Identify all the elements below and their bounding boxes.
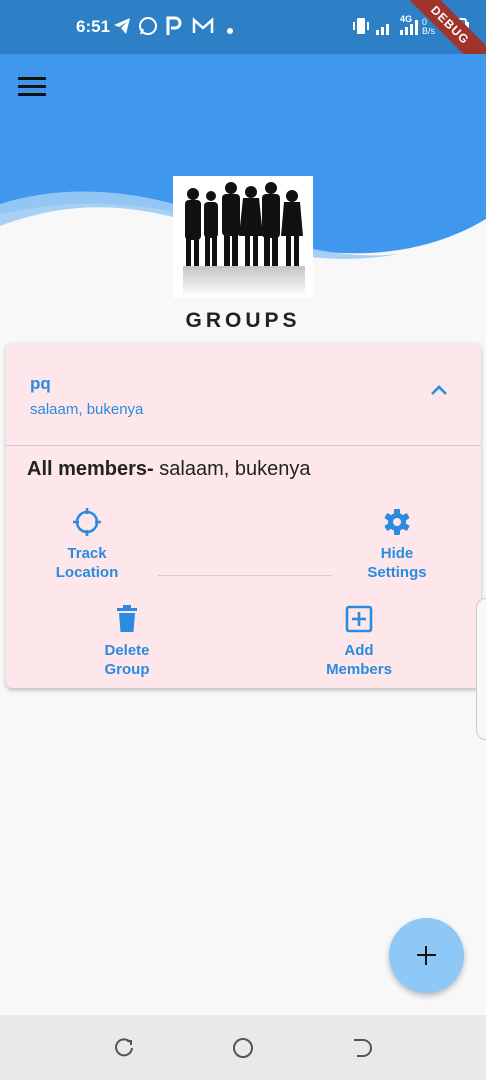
actions-divider	[158, 575, 332, 576]
group-card-header[interactable]: pq salaam, bukenya	[6, 343, 481, 446]
hide-label-line2: Settings	[367, 564, 427, 581]
add-group-fab[interactable]	[389, 918, 464, 993]
group-name: pq	[30, 374, 51, 393]
status-time: 6:51	[76, 17, 111, 36]
hide-label-line1: Hide	[380, 545, 414, 562]
track-location-button[interactable]: Track Location	[48, 506, 126, 582]
groups-people-image	[173, 176, 313, 298]
add-label-line2: Members	[326, 661, 392, 678]
delete-group-button[interactable]: Delete Group	[88, 603, 166, 679]
add-box-icon	[345, 605, 373, 633]
network-type: 4G	[400, 14, 413, 24]
hide-settings-button[interactable]: Hide Settings	[357, 506, 437, 582]
crosshair-icon	[73, 508, 101, 536]
group-card: pq salaam, bukenya All members- salaam, …	[6, 343, 481, 688]
system-nav-bar	[0, 1015, 486, 1080]
group-members-summary: salaam, bukenya	[30, 401, 144, 418]
add-label-line1: Add	[344, 642, 374, 659]
trash-icon	[117, 605, 137, 632]
telegram-icon	[112, 16, 132, 41]
home-icon[interactable]	[232, 1037, 254, 1059]
all-members-value: salaam, bukenya	[153, 458, 311, 480]
chevron-up-icon[interactable]	[429, 383, 449, 397]
gear-icon	[384, 509, 410, 535]
gmail-icon	[192, 16, 214, 41]
track-label-line2: Location	[55, 564, 119, 581]
all-members-line: All members- salaam, bukenya	[27, 458, 310, 481]
dot-icon	[226, 22, 234, 40]
add-members-button[interactable]: Add Members	[318, 603, 400, 679]
status-bar: 6:51 4G 0 B/s DEBUG	[0, 0, 486, 83]
track-label-line1: Track	[67, 545, 107, 562]
signal-icon	[376, 19, 420, 40]
whatsapp-icon	[138, 16, 158, 41]
back-icon[interactable]	[351, 1037, 373, 1059]
delete-label-line1: Delete	[104, 642, 150, 659]
recent-apps-icon[interactable]	[113, 1037, 135, 1059]
edge-panel-handle[interactable]	[476, 598, 486, 740]
vibrate-icon	[351, 16, 371, 41]
delete-label-line2: Group	[104, 661, 150, 678]
all-members-label: All members-	[27, 458, 154, 480]
p-icon	[165, 16, 183, 41]
page-title: GROUPS	[185, 309, 301, 332]
hamburger-menu-icon[interactable]	[18, 77, 46, 99]
